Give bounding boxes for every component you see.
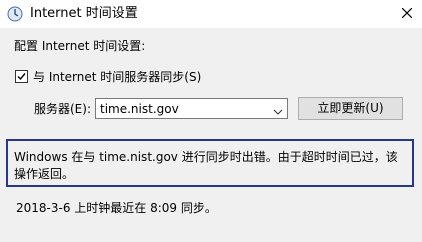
sync-checkbox-row[interactable]: 与 Internet 时间服务器同步(S) <box>15 68 201 85</box>
clock-globe-icon <box>7 6 23 22</box>
close-button[interactable] <box>392 0 422 28</box>
close-icon <box>401 7 413 21</box>
chevron-down-icon[interactable] <box>273 105 283 119</box>
title-bar: Internet 时间设置 <box>0 0 422 28</box>
checkmark-icon <box>17 73 26 81</box>
error-message-box: Windows 在与 time.nist.gov 进行同步时出错。由于超时时间已… <box>6 139 414 187</box>
last-sync-status: 2018-3-6 上时钟最近在 8:09 同步。 <box>16 201 217 215</box>
sync-checkbox-label: 与 Internet 时间服务器同步(S) <box>33 70 202 84</box>
sync-checkbox[interactable] <box>15 70 28 83</box>
window-title: Internet 时间设置 <box>30 6 138 21</box>
server-value: time.nist.gov <box>100 102 179 116</box>
internet-time-settings-dialog: Internet 时间设置 配置 Internet 时间设置: 与 Intern… <box>0 0 422 242</box>
server-combobox[interactable]: time.nist.gov <box>95 98 288 119</box>
update-now-button[interactable]: 立即更新(U) <box>298 97 403 120</box>
server-label: 服务器(E): <box>34 102 91 116</box>
section-label: 配置 Internet 时间设置: <box>14 39 146 53</box>
error-message: Windows 在与 time.nist.gov 进行同步时出错。由于超时时间已… <box>14 150 398 181</box>
